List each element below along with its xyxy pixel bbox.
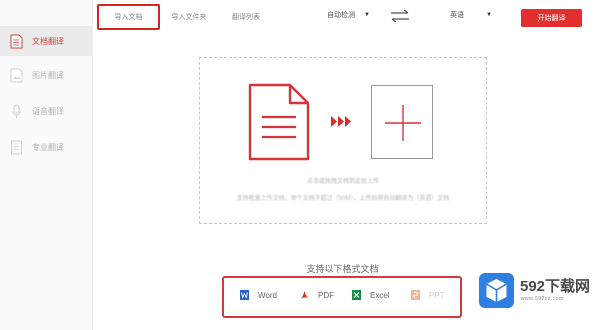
sidebar-item-voice-translate[interactable]: 语音翻译 [0,96,93,126]
target-language-select[interactable]: 英语 ▼ [450,10,492,20]
watermark-brand: 592下载网 [520,278,591,295]
document-file-icon [248,83,310,161]
pdf-icon [300,290,309,300]
format-label: PDF [318,290,334,300]
format-word: Word [240,290,277,300]
microphone-icon [10,104,23,119]
sidebar-item-document-translate[interactable]: 文档翻译 [0,26,93,56]
book-icon [10,140,23,155]
target-language-value: 英语 [450,12,464,19]
chevron-down-icon: ▼ [364,12,370,18]
source-language-select[interactable]: 自动检测 ▼ [327,10,370,20]
format-pdf: PDF [300,290,334,300]
sidebar-item-image-translate[interactable]: 图片翻译 [0,60,93,90]
watermark-url: www.592xz.com [521,296,564,302]
image-icon [10,68,23,83]
tab-label: 导入文件夹 [171,14,207,21]
sidebar-item-label: 语音翻译 [32,106,64,116]
start-translate-button[interactable]: 开始翻译 [521,9,582,27]
format-excel: Excel [352,290,390,300]
sidebar-item-label: 图片翻译 [32,70,64,80]
upload-hint-secondary: 支持批量上传文档，单个文档不超过（50M），上传后将自动翻译为（英语）文档 [236,196,450,202]
add-file-button[interactable] [371,85,433,159]
tab-label: 导入文档 [114,14,143,21]
supported-formats-title: 支持以下格式文档 [306,264,379,274]
swap-arrows-icon[interactable] [390,9,410,23]
tab-translation-list[interactable]: 翻译列表 [222,4,270,30]
format-label: Excel [370,290,390,300]
ppt-icon [411,290,420,300]
upload-hint-primary: 点击或拖拽文档到此处上传 [306,179,379,185]
source-language-value: 自动检测 [327,12,355,19]
word-icon [240,290,249,300]
format-label: PPT [429,290,445,300]
tab-import-folder[interactable]: 导入文件夹 [163,4,215,30]
watermark-logo [479,273,514,308]
forward-arrows-icon [331,116,351,127]
tab-label: 翻译列表 [232,14,260,21]
document-icon [10,34,23,49]
chevron-down-icon: ▼ [486,12,492,18]
sidebar-item-label: 文档翻译 [32,36,64,46]
excel-icon [352,290,361,300]
start-translate-label: 开始翻译 [537,15,566,22]
sidebar: 文档翻译 图片翻译 语音翻译 专业翻译 [0,0,93,330]
plus-icon [385,105,421,141]
format-label: Word [258,290,277,300]
format-ppt: PPT [411,290,445,300]
tab-import-document[interactable]: 导入文档 [97,4,160,30]
sidebar-item-label: 专业翻译 [32,142,64,152]
sidebar-item-pro-translate[interactable]: 专业翻译 [0,132,93,162]
